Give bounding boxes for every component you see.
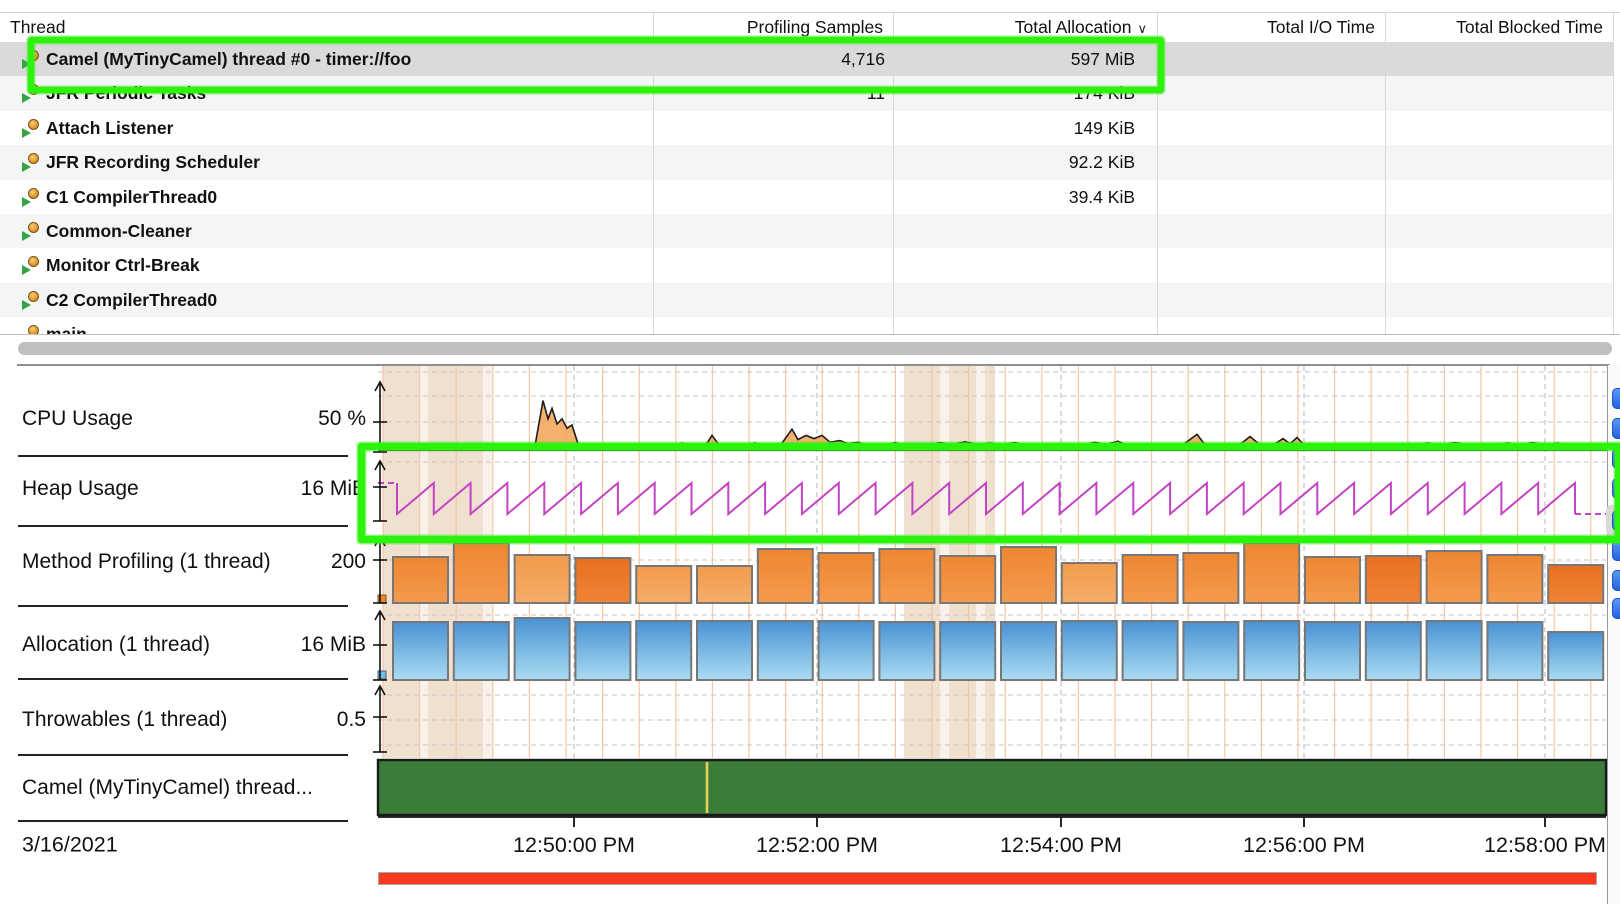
allocation-bar [1548, 632, 1603, 680]
date-label: 3/16/2021 [22, 833, 118, 858]
time-tick-label: 12:58:00 PM [1425, 833, 1606, 858]
allocation-bar [515, 618, 570, 680]
allocation-bar [1487, 622, 1542, 680]
allocation-bar [697, 621, 752, 680]
heap-lane-highlight-annotation [358, 443, 1620, 543]
allocation-bar [1244, 621, 1299, 680]
allocation-bar [758, 621, 813, 680]
method-profiling-bar [758, 549, 813, 603]
method-profiling-bar [393, 557, 448, 603]
method-profiling-bar [454, 543, 509, 603]
time-tick-label: 12:50:00 PM [454, 833, 694, 858]
method-profiling-bar [575, 558, 630, 603]
thread-activity-lane [378, 760, 1606, 815]
method-profiling-bar [1244, 543, 1299, 603]
time-tick-label: 12:52:00 PM [697, 833, 937, 858]
method-profiling-bar [1183, 553, 1238, 603]
profiler-window: ThreadProfiling SamplesTotal Allocation∨… [0, 0, 1620, 904]
allocation-bar [1001, 622, 1056, 680]
allocation-bar [1062, 621, 1117, 680]
chart-toolbar-button[interactable] [1612, 570, 1620, 591]
method-profiling-bar [1487, 555, 1542, 603]
table-row-highlight-annotation [28, 37, 1164, 93]
allocation-bar [1366, 622, 1421, 680]
method-profiling-bar [515, 555, 570, 603]
chart-toolbar-button[interactable] [1612, 418, 1620, 439]
method-profiling-bar [1123, 555, 1178, 603]
allocation-bar [819, 621, 874, 680]
method-profiling-bar [1062, 563, 1117, 603]
method-profiling-bar [1001, 547, 1056, 603]
allocation-bar [879, 622, 934, 680]
method-profiling-bar [1548, 565, 1603, 603]
allocation-bar [636, 621, 691, 680]
allocation-bar [454, 622, 509, 680]
chart-toolbar-button[interactable] [1612, 598, 1620, 619]
time-tick-label: 12:56:00 PM [1184, 833, 1424, 858]
method-profiling-bar [1427, 551, 1482, 603]
method-profiling-bar [636, 566, 691, 603]
chart-toolbar-button[interactable] [1612, 540, 1620, 561]
timeline-range-scrollbar[interactable] [378, 872, 1597, 885]
method-profiling-bar [697, 566, 752, 603]
method-profiling-bar [879, 549, 934, 603]
allocation-bar [1305, 622, 1360, 680]
allocation-bar [1427, 621, 1482, 680]
allocation-bar [575, 622, 630, 680]
time-tick-label: 12:54:00 PM [941, 833, 1181, 858]
allocation-bar [940, 622, 995, 680]
method-profiling-bar [940, 556, 995, 603]
method-profiling-bar [819, 553, 874, 603]
chart-toolbar-button[interactable] [1612, 388, 1620, 409]
allocation-bar [1123, 621, 1178, 680]
time-axis-labels: 12:50:00 PM12:52:00 PM12:54:00 PM12:56:0… [0, 830, 1606, 870]
allocation-bar [1183, 622, 1238, 680]
method-profiling-bar [1305, 557, 1360, 603]
method-profiling-bar [1366, 556, 1421, 603]
allocation-bar [393, 622, 448, 680]
